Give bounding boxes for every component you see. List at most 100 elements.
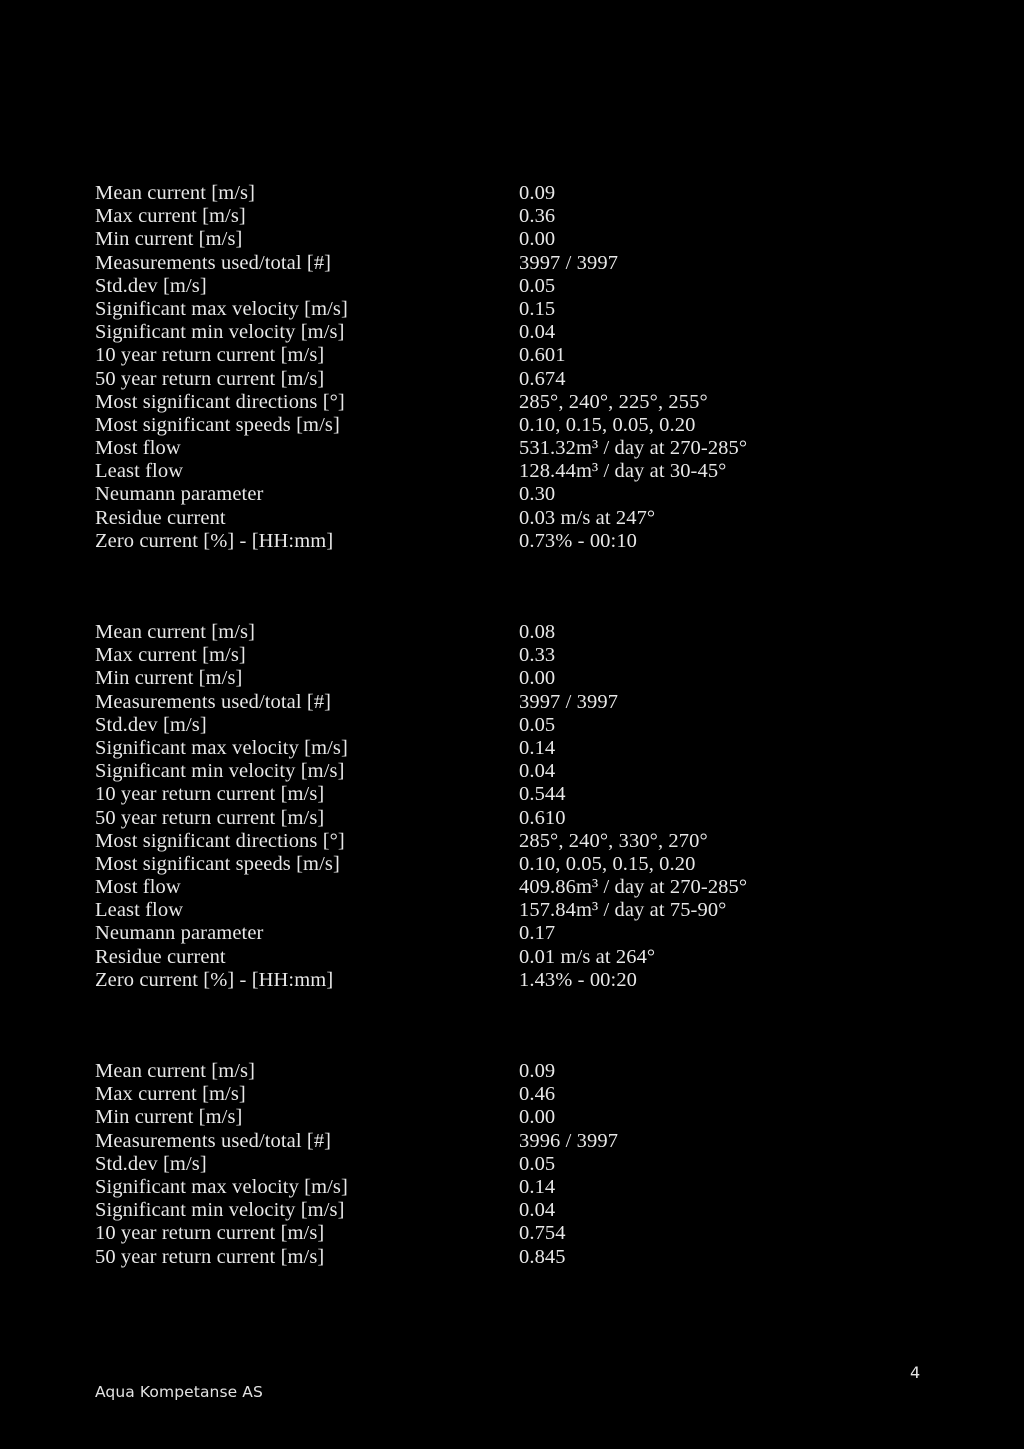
statistics-row-value: 0.09 <box>519 1060 556 1082</box>
statistics-row: Mean current [m/s] 0.08 <box>95 621 915 644</box>
statistics-row-value: 0.754 <box>519 1222 566 1245</box>
statistics-row-label: Std.dev [m/s] <box>95 713 207 736</box>
statistics-row-value: 0.845 <box>519 1245 566 1268</box>
statistics-row-label: 50 year return current [m/s] <box>95 1245 325 1268</box>
statistics-row-label: Neumann parameter <box>95 483 264 506</box>
statistics-row-value: 0.05 <box>519 274 556 297</box>
statistics-row-value: 1.43% - 00:20 <box>519 968 638 991</box>
statistics-row-label: Neumann parameter <box>95 922 264 945</box>
statistics-row-label: Measurements used/total [#] <box>95 1129 332 1152</box>
statistics-row: Significant max velocity [m/s] 0.15 <box>95 298 915 321</box>
statistics-row-label: Min current [m/s] <box>95 228 243 251</box>
statistics-row: Max current [m/s] 0.46 <box>95 1083 915 1106</box>
statistics-row-label: Least flow <box>95 899 184 922</box>
statistics-row: Most significant speeds [m/s] 0.10, 0.05,… <box>95 853 915 876</box>
statistics-row-value: 0.601 <box>519 344 566 367</box>
statistics-row-value: 0.14 <box>519 1175 556 1198</box>
statistics-row-value: 3997 / 3997 <box>519 251 619 274</box>
statistics-row: Neumann parameter 0.30 <box>95 483 915 506</box>
statistics-row-label: Max current [m/s] <box>95 644 246 667</box>
statistics-row-value: 0.04 <box>519 1199 556 1222</box>
statistics-row-value: 0.46 <box>519 1083 556 1106</box>
statistics-row: 50 year return current [m/s] 0.674 <box>95 368 915 391</box>
statistics-row-label: Most significant speeds [m/s] <box>95 413 340 436</box>
statistics-row: Least flow 157.84m³ / day at 75-90° <box>95 899 915 922</box>
statistics-row-label: Significant max velocity [m/s] <box>95 297 348 320</box>
statistics-row-value: 0.03 m/s at 247° <box>519 506 656 529</box>
statistics-row-value: 0.04 <box>519 321 556 344</box>
statistics-row-value: 3997 / 3997 <box>519 690 619 713</box>
statistics-row-value: 0.10, 0.15, 0.05, 0.20 <box>519 413 696 436</box>
statistics-row-label: Significant max velocity [m/s] <box>95 736 348 759</box>
statistics-row-value: 157.84m³ / day at 75-90° <box>519 899 727 922</box>
statistics-row-label: Max current [m/s] <box>95 205 246 228</box>
statistics-row-label: Zero current [%] - [HH:mm] <box>95 529 334 552</box>
statistics-row-value: 0.00 <box>519 1106 556 1129</box>
statistics-row-label: Std.dev [m/s] <box>95 274 207 297</box>
statistics-row-value: 0.00 <box>519 228 556 251</box>
statistics-row: Most significant speeds [m/s] 0.10, 0.15,… <box>95 414 915 437</box>
statistics-row-value: 0.33 <box>519 644 556 667</box>
statistics-row-label: Residue current <box>95 506 226 529</box>
statistics-row-label: 50 year return current [m/s] <box>95 367 325 390</box>
statistics-row-value: 285°, 240°, 225°, 255° <box>519 390 708 413</box>
statistics-row-value: 0.10, 0.05, 0.15, 0.20 <box>519 852 696 875</box>
statistics-row-value: 0.08 <box>519 621 556 643</box>
statistics-row-value: 128.44m³ / day at 30-45° <box>519 460 727 483</box>
statistics-row-value: 0.05 <box>519 713 556 736</box>
statistics-row-value: 0.30 <box>519 483 556 506</box>
statistics-row: Min current [m/s] 0.00 <box>95 667 915 690</box>
statistics-row-value: 3996 / 3997 <box>519 1129 619 1152</box>
statistics-row-label: 10 year return current [m/s] <box>95 344 325 367</box>
statistics-row: Significant min velocity [m/s] 0.04 <box>95 321 915 344</box>
statistics-row: Max current [m/s] 0.33 <box>95 644 915 667</box>
statistics-row: Std.dev [m/s] 0.05 <box>95 714 915 737</box>
statistics-row: Measurements used/total [#] 3997 / 3997 <box>95 691 915 714</box>
statistics-row: Measurements used/total [#] 3997 / 3997 <box>95 252 915 275</box>
statistics-row-label: Most significant speeds [m/s] <box>95 852 340 875</box>
statistics-row-value: 0.14 <box>519 736 556 759</box>
statistics-row-label: Residue current <box>95 945 226 968</box>
statistics-row-label: Most flow <box>95 437 181 460</box>
statistics-row-label: Measurements used/total [#] <box>95 251 332 274</box>
statistics-row-label: Most flow <box>95 876 181 899</box>
statistics-row-value: 0.04 <box>519 760 556 783</box>
statistics-row-value: 0.01 m/s at 264° <box>519 945 656 968</box>
statistics-row-label: Zero current [%] - [HH:mm] <box>95 968 334 991</box>
statistics-row-label: Significant min velocity [m/s] <box>95 321 345 344</box>
statistics-row-value: 531.32m³ / day at 270-285° <box>519 437 748 460</box>
statistics-row: Min current [m/s] 0.00 <box>95 1106 915 1129</box>
statistics-row: Neumann parameter 0.17 <box>95 922 915 945</box>
statistics-row: Measurements used/total [#] 3996 / 3997 <box>95 1130 915 1153</box>
statistics-row-label: Measurements used/total [#] <box>95 690 332 713</box>
statistics-block: Mean current [m/s] 0.09 Max current [m/s] 0… <box>95 1060 915 1269</box>
statistics-row-label: Min current [m/s] <box>95 1106 243 1129</box>
statistics-row-value: 0.610 <box>519 806 566 829</box>
statistics-row: Significant max velocity [m/s] 0.14 <box>95 737 915 760</box>
statistics-row: Std.dev [m/s] 0.05 <box>95 1153 915 1176</box>
statistics-block: Mean current [m/s] 0.09 Max current [m/s] 0… <box>95 182 915 553</box>
statistics-row: 10 year return current [m/s] 0.544 <box>95 783 915 806</box>
statistics-row: Mean current [m/s] 0.09 <box>95 182 915 205</box>
footer-company-name: Aqua Kompetanse AS <box>95 1383 263 1401</box>
statistics-row: Significant min velocity [m/s] 0.04 <box>95 760 915 783</box>
statistics-row-label: Significant min velocity [m/s] <box>95 1199 345 1222</box>
statistics-row-label: Significant max velocity [m/s] <box>95 1175 348 1198</box>
statistics-row-label: Std.dev [m/s] <box>95 1152 207 1175</box>
statistics-row-label: Max current [m/s] <box>95 1083 246 1106</box>
statistics-row: Least flow 128.44m³ / day at 30-45° <box>95 460 915 483</box>
statistics-content: Mean current [m/s] 0.09 Max current [m/s] 0… <box>95 182 915 1269</box>
statistics-row-label: 50 year return current [m/s] <box>95 806 325 829</box>
statistics-row: Std.dev [m/s] 0.05 <box>95 275 915 298</box>
statistics-row: Most significant directions [°] 285°, 240… <box>95 391 915 414</box>
statistics-row-label: Mean current [m/s] <box>95 621 256 643</box>
statistics-row: Most flow 409.86m³ / day at 270-285° <box>95 876 915 899</box>
statistics-row-label: Most significant directions [°] <box>95 829 345 852</box>
statistics-row: Max current [m/s] 0.36 <box>95 205 915 228</box>
statistics-row: Residue current 0.01 m/s at 264° <box>95 946 915 969</box>
statistics-row-label: Min current [m/s] <box>95 667 243 690</box>
statistics-row-label: Least flow <box>95 460 184 483</box>
statistics-row: 50 year return current [m/s] 0.845 <box>95 1246 915 1269</box>
statistics-row-label: Significant min velocity [m/s] <box>95 760 345 783</box>
statistics-row-value: 285°, 240°, 330°, 270° <box>519 829 708 852</box>
